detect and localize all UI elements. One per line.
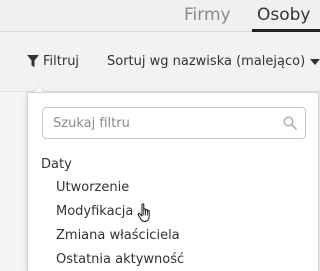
sort-dropdown[interactable]: Sortuj wg nazwiska (malejąco) bbox=[107, 54, 320, 69]
filter-option-utworzenie[interactable]: Utworzenie bbox=[56, 180, 129, 195]
top-header: Firmy Osoby bbox=[0, 0, 320, 32]
caret-down-icon bbox=[310, 58, 320, 65]
tab-firmy[interactable]: Firmy bbox=[184, 4, 231, 26]
filter-button[interactable]: Filtruj bbox=[27, 54, 79, 69]
filter-option-ostatnia-aktywnosc[interactable]: Ostatnia aktywność bbox=[56, 252, 184, 267]
filter-option-zmiana-wlasciciela[interactable]: Zmiana właściciela bbox=[56, 228, 180, 243]
group-label-daty: Daty bbox=[41, 157, 72, 172]
hand-cursor-icon bbox=[137, 203, 150, 222]
filter-option-modyfikacja[interactable]: Modyfikacja bbox=[56, 204, 133, 219]
funnel-icon bbox=[27, 55, 39, 67]
filter-search-box bbox=[42, 107, 306, 139]
filter-label: Filtruj bbox=[43, 54, 80, 69]
filter-search-input[interactable] bbox=[43, 108, 305, 138]
filter-dropdown: Daty Utworzenie Modyfikacja Zmiana właśc… bbox=[27, 92, 319, 271]
active-tab-underline bbox=[252, 29, 320, 32]
search-icon[interactable] bbox=[283, 116, 297, 130]
sort-label: Sortuj wg nazwiska (malejąco) bbox=[107, 54, 306, 69]
tab-osoby[interactable]: Osoby bbox=[257, 4, 311, 26]
